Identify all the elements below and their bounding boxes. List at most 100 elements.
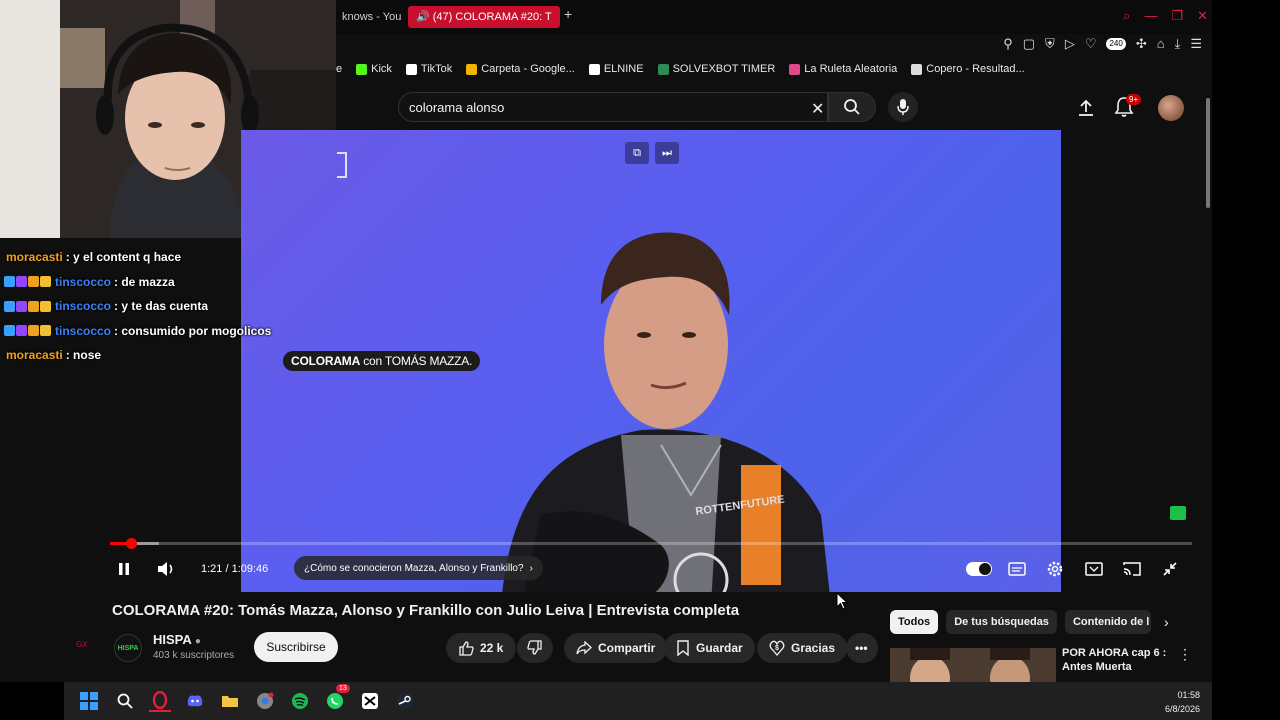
clear-search-icon[interactable]: ✕ — [811, 99, 824, 119]
notification-badge: 9+ — [1126, 94, 1142, 105]
capcut-icon[interactable] — [359, 690, 381, 712]
video-title: COLORAMA #20: Tomás Mazza, Alonso y Fran… — [112, 602, 740, 619]
discord-icon[interactable] — [184, 690, 206, 712]
shield-icon[interactable]: ⛨ — [1045, 36, 1055, 52]
snapshot-icon[interactable]: ▢ — [1023, 36, 1035, 52]
bookmark-item[interactable]: ELNINE — [588, 63, 644, 75]
more-actions-button[interactable]: ••• — [846, 633, 878, 663]
bookmark-label: e — [336, 63, 343, 75]
bookmark-favicon-icon — [911, 63, 923, 75]
file-explorer-icon[interactable] — [219, 690, 241, 712]
search-box: ✕ — [398, 92, 828, 122]
theater-icon — [1085, 562, 1103, 576]
tab-label: knows - You — [342, 11, 402, 23]
progress-bar[interactable] — [110, 538, 1192, 549]
chevron-right-icon[interactable]: › — [1164, 614, 1169, 630]
search-icon[interactable] — [114, 690, 136, 712]
system-clock[interactable]: 01:58 6/8/2026 — [1165, 688, 1200, 716]
settings-button[interactable] — [1046, 556, 1064, 582]
new-tab-button[interactable]: + — [564, 6, 572, 22]
pin-icon[interactable]: ⚲ — [1003, 36, 1013, 52]
minimize-button[interactable]: — — [1144, 8, 1157, 24]
maximize-button[interactable]: ❐ — [1171, 8, 1183, 24]
notifications-button[interactable]: 9+ — [1114, 94, 1142, 123]
scrubber-handle[interactable] — [125, 538, 137, 549]
save-button[interactable]: Guardar — [664, 633, 755, 663]
dislike-button[interactable] — [517, 633, 553, 663]
volume-button[interactable] — [156, 556, 176, 582]
steam-glyph — [397, 693, 413, 709]
more-vertical-icon[interactable]: ⋮ — [1178, 646, 1192, 663]
filter-chip[interactable]: Contenido de l — [1064, 610, 1151, 634]
cast-button[interactable] — [1123, 556, 1141, 582]
autoplay-toggle-button[interactable] — [966, 556, 992, 582]
recommendation-title[interactable]: POR AHORA cap 6 : Antes Muerta — [1062, 646, 1172, 674]
bookmark-item[interactable]: Copero - Resultad... — [911, 63, 1025, 75]
speaker-icon: 🔊 — [416, 11, 433, 23]
bookmark-item[interactable]: Kick — [356, 63, 392, 75]
chrome-icon[interactable] — [254, 690, 276, 712]
chat-badge-icon — [16, 325, 27, 337]
channel-name[interactable]: HISPA ● — [153, 632, 201, 647]
lock-icon[interactable]: ⌂ — [1157, 36, 1165, 52]
vpn-badge[interactable]: 240 — [1106, 38, 1126, 50]
windows-start-icon[interactable] — [78, 690, 100, 712]
chapter-button[interactable]: ¿Cómo se conocieron Mazza, Alonso y Fran… — [294, 556, 543, 580]
page-scrollbar[interactable] — [1204, 86, 1212, 682]
steam-icon[interactable] — [394, 690, 416, 712]
theater-mode-button[interactable] — [1085, 556, 1103, 582]
menu-icon[interactable]: ☰ — [1190, 36, 1202, 52]
subscribe-button[interactable]: Suscribirse — [254, 632, 338, 662]
recommendation-thumbnail[interactable] — [890, 648, 1056, 682]
bookmark-item[interactable]: e — [336, 63, 342, 75]
like-count: 22 k — [480, 641, 504, 655]
magnifier-glyph — [117, 693, 133, 709]
bookmark-favicon-icon — [356, 63, 368, 75]
chevron-right-icon: › — [529, 562, 533, 574]
heart-icon[interactable]: ♡ — [1085, 36, 1097, 52]
chapter-label: ¿Cómo se conocieron Mazza, Alonso y Fran… — [304, 562, 524, 574]
bookmark-item[interactable]: SOLVEXBOT TIMER — [657, 63, 775, 75]
filter-chip[interactable]: De tus búsquedas — [946, 610, 1057, 634]
search-icon — [844, 99, 860, 115]
skip-next-icon[interactable]: ⏭ — [655, 142, 679, 164]
pause-button[interactable] — [116, 556, 132, 582]
chat-username: tinscocco — [55, 323, 112, 338]
autoplay-toggle — [966, 562, 992, 576]
channel-avatar[interactable]: HISPA — [114, 634, 142, 662]
scrollbar-thumb[interactable] — [1206, 98, 1210, 208]
subtitles-button[interactable] — [1008, 556, 1026, 582]
filter-chip[interactable]: Todos — [890, 610, 939, 634]
like-button[interactable]: 22 k — [446, 633, 516, 663]
caption-bold: COLORAMA — [291, 354, 361, 368]
bookmark-item[interactable]: La Ruleta Aleatoria — [789, 63, 897, 75]
extensions-icon[interactable]: ✣ — [1136, 36, 1147, 52]
clock-time: 01:58 — [1177, 690, 1200, 700]
search-input[interactable] — [409, 93, 789, 121]
share-icon — [576, 641, 592, 655]
bookmark-icon — [677, 640, 689, 656]
account-avatar[interactable] — [1158, 95, 1184, 121]
video-player[interactable]: ⧉ ⏭ ROTTENFUTURE COLORAMA con TOMÁS MAZZ… — [241, 130, 1061, 592]
browser-tab-active[interactable]: 🔊 (47) COLORAMA #20: T — [408, 6, 560, 28]
play-icon[interactable]: ▷ — [1065, 36, 1075, 52]
thanks-button[interactable]: $ Gracias — [757, 633, 848, 663]
bookmark-item[interactable]: Carpeta - Google... — [466, 63, 575, 75]
opera-gx-icon[interactable] — [149, 690, 171, 712]
close-button[interactable]: ✕ — [1197, 8, 1208, 24]
spotify-icon[interactable] — [289, 690, 311, 712]
search-button[interactable] — [828, 92, 876, 122]
overlay-tag — [1170, 506, 1186, 520]
whatsapp-icon[interactable]: 13 — [324, 684, 350, 712]
browser-tab[interactable]: knows - You — [336, 6, 406, 28]
channel-name-text: HISPA — [153, 632, 192, 647]
windows-taskbar: 13 01:58 6/8/2026 — [64, 682, 1212, 720]
search-icon[interactable]: ⌕ — [1123, 8, 1130, 24]
share-button[interactable]: Compartir — [564, 633, 668, 663]
voice-search-button[interactable] — [888, 92, 918, 122]
bookmark-item[interactable]: TikTok — [405, 63, 452, 75]
exit-fullscreen-button[interactable] — [1162, 556, 1178, 582]
download-icon[interactable]: ⤓ — [1175, 36, 1181, 52]
miniplayer-icon[interactable]: ⧉ — [625, 142, 649, 164]
upload-icon[interactable] — [1076, 98, 1096, 118]
